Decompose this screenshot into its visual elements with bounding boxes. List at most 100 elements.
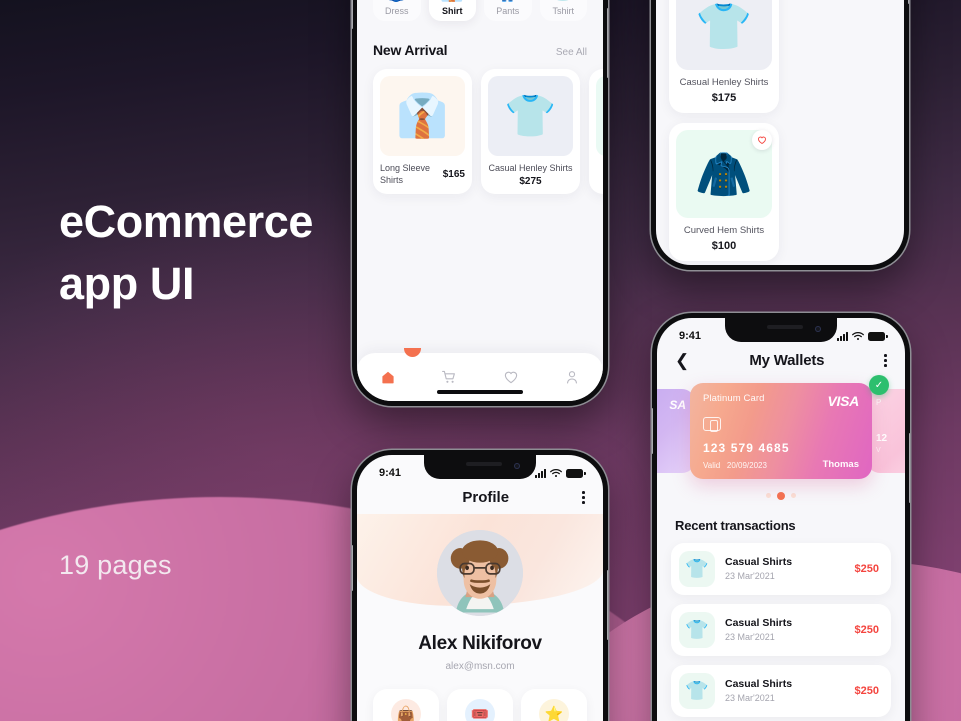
category-label: Tshirt — [552, 6, 574, 16]
profile-name: Alex Nikiforov — [418, 633, 542, 654]
transaction-amount: $250 — [854, 623, 879, 636]
category-dress[interactable]: 👗 Dress — [373, 0, 421, 21]
status-time: 9:41 — [379, 467, 402, 479]
new-arrival-list[interactable]: 👔 Long Sleeve Shirts $165 👕 Casual Henle… — [373, 69, 603, 194]
product-thumbnail: 👕 — [488, 76, 573, 156]
transaction-date: 23 Mar'2021 — [725, 632, 775, 642]
transaction-row[interactable]: 👕 Casual Shirts 23 Mar'2021 $250 — [671, 542, 891, 595]
star-icon: ⭐ — [539, 699, 569, 721]
category-shirt[interactable]: 👔 Shirt — [428, 0, 476, 21]
status-time: 9:41 — [679, 330, 702, 342]
product-price: $100 — [711, 240, 737, 252]
transaction-date: 23 Mar'2021 — [725, 693, 775, 703]
phone-mockup-home: best Outfits for you Search items... — [352, 0, 608, 406]
product-thumbnail: 👕 — [676, 0, 772, 70]
cart-tab[interactable] — [441, 369, 457, 385]
transactions-title: Recent transactions — [675, 517, 796, 533]
device-notch — [424, 455, 536, 479]
front-camera — [815, 326, 821, 332]
category-label: Pants — [496, 6, 520, 16]
product-price: $175 — [711, 92, 737, 104]
pants-icon: 👖 — [496, 0, 520, 4]
wallet-card-active[interactable]: Platinum Card VISA 123 579 4685 Valid 20… — [690, 383, 872, 479]
profile-shortcuts: 👜 Progress order 🎟️ Promocodes ⭐ Reviewe… — [357, 689, 603, 721]
transaction-row[interactable]: 👕 Casual Shirts 23 Mar'2021 $250 — [671, 664, 891, 717]
title-line-1: eCommerce — [59, 196, 314, 247]
shortcut-promocodes[interactable]: 🎟️ Promocodes — [447, 689, 513, 721]
transaction-name: Casual Shirts — [725, 556, 793, 568]
wifi-icon — [550, 469, 562, 478]
product-name: Casual Henley Shirts — [488, 163, 573, 173]
transaction-name: Casual Shirts — [725, 617, 793, 629]
card-number: 123 579 4685 — [703, 441, 790, 455]
product-name: Curved Hem Shirts — [683, 225, 765, 236]
cart-icon — [442, 370, 456, 383]
product-card[interactable]: 👔 Long Sleeve Shirts $165 — [373, 69, 472, 194]
card-holder: Thomas — [822, 459, 859, 470]
valid-date: 20/09/2023 — [726, 461, 767, 470]
device-notch — [725, 318, 837, 342]
transaction-thumbnail: 👕 — [679, 672, 715, 709]
wifi-icon — [852, 332, 864, 341]
cellular-signal-icon — [535, 468, 546, 478]
back-button[interactable]: ❮ — [675, 352, 689, 369]
product-grid[interactable]: 👔 Long Sleeve Shirts $165 👕 Casual Henle… — [656, 0, 904, 265]
product-name: Long Sleeve Shirts — [380, 163, 431, 185]
transaction-amount: $250 — [854, 562, 879, 575]
card-title: P — [876, 398, 882, 407]
transaction-thumbnail: 👕 — [679, 550, 715, 587]
phone-mockup-wallet: 9:41 ❮ My Wallets SA nas P — [652, 313, 910, 721]
product-name: C — [596, 162, 603, 174]
profile-screen: 9:41 Profile Alex Nikiforov alex@msn.com… — [357, 455, 603, 721]
front-camera — [514, 463, 520, 469]
product-card[interactable]: 👕 Casual Henley Shirts $275 — [481, 69, 580, 194]
category-tshirt[interactable]: 👕 Tshirt — [539, 0, 587, 21]
shortcut-reviews[interactable]: ⭐ Reviewes — [521, 689, 587, 721]
page-title: My Wallets — [749, 352, 825, 369]
kebab-menu-icon[interactable] — [884, 354, 887, 367]
home-screen: best Outfits for you Search items... — [357, 0, 603, 401]
tshirt-icon: 👕 — [551, 0, 575, 4]
home-icon — [382, 371, 394, 384]
section-title: New Arrival — [373, 42, 448, 58]
profile-email: alex@msn.com — [445, 661, 515, 672]
card-validity: Valid 20/09/2023 — [703, 461, 767, 470]
category-pants[interactable]: 👖 Pants — [484, 0, 532, 21]
kebab-menu-icon[interactable] — [582, 491, 585, 504]
battery-icon — [566, 468, 586, 478]
avatar-illustration — [437, 530, 523, 616]
account-tab[interactable] — [564, 369, 580, 385]
page-count-label: 19 pages — [59, 550, 172, 580]
home-indicator — [437, 390, 523, 394]
carousel-dot-active[interactable] — [777, 491, 785, 500]
wishlist-tab[interactable] — [503, 369, 519, 385]
transactions-list: 👕 Casual Shirts 23 Mar'2021 $250 👕 Casua… — [657, 533, 905, 717]
check-circle-icon: ✓ — [869, 375, 889, 395]
phone-mockup-catalog: 👔 Long Sleeve Shirts $165 👕 Casual Henle… — [651, 0, 909, 270]
catalog-screen: 👔 Long Sleeve Shirts $165 👕 Casual Henle… — [656, 0, 904, 265]
product-card[interactable]: 👕 Casual Henley Shirts $175 — [669, 0, 779, 113]
battery-icon — [868, 331, 888, 341]
favorite-button[interactable] — [752, 130, 772, 150]
shortcut-progress-order[interactable]: 👜 Progress order — [373, 689, 439, 721]
transaction-amount: $250 — [854, 684, 879, 697]
profile-banner — [357, 514, 603, 616]
transaction-row[interactable]: 👕 Casual Shirts 23 Mar'2021 $250 — [671, 603, 891, 656]
category-label: Dress — [384, 6, 409, 16]
carousel-dot[interactable] — [766, 493, 771, 498]
valid-label: Valid — [703, 461, 721, 470]
transaction-thumbnail: 👕 — [679, 611, 715, 648]
home-tab[interactable] — [380, 369, 396, 385]
heart-icon — [504, 371, 517, 384]
product-card[interactable]: 🧥 Curved Hem Shirts $100 — [669, 123, 779, 261]
card-number: 12 — [876, 433, 888, 444]
card-title: Platinum Card — [703, 393, 765, 404]
see-all-link[interactable]: See All — [556, 47, 587, 58]
product-thumbnail: 👔 — [596, 76, 603, 156]
wallet-card-next[interactable]: P 12 V — [867, 389, 905, 473]
title-line-2: app UI — [59, 258, 195, 309]
card-carousel[interactable]: SA nas P 12 V Platinum Card VISA 123 579… — [657, 375, 905, 479]
carousel-dot[interactable] — [791, 493, 796, 498]
active-tab-indicator — [404, 348, 421, 357]
product-card[interactable]: 👔 C — [589, 69, 603, 194]
